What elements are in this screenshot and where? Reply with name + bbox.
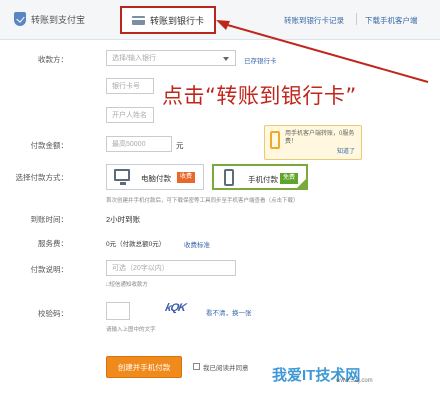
phone-icon — [224, 169, 234, 186]
create-and-pay-button[interactable]: 创建并手机付款 — [106, 356, 182, 378]
fee-badge: 收费 — [177, 172, 196, 183]
amount-input[interactable]: 最高50000 — [106, 136, 172, 152]
captcha-image: kQK — [164, 302, 187, 314]
payment-note-label: 付款说明： — [30, 265, 69, 274]
account-name-placeholder: 开户人姓名 — [112, 112, 147, 119]
payment-method-label: 选择付款方式： — [15, 173, 69, 182]
amount-unit: 元 — [176, 141, 184, 150]
captcha-input[interactable] — [106, 302, 130, 320]
mobile-client-tip: 用手机客户端转账，0服务费！ 知道了 — [264, 125, 362, 160]
service-fee-label: 服务费： — [38, 239, 68, 248]
tip-dismiss-link[interactable]: 知道了 — [337, 146, 355, 155]
payment-note-input[interactable]: 可选（20字以内） — [106, 260, 236, 276]
agree-text: 我已阅读并同意 — [203, 365, 249, 372]
click-instruction-annotation: 点击“转账到银行卡” — [162, 84, 357, 108]
captcha-refresh-link[interactable]: 看不清，换一张 — [206, 307, 252, 317]
agree-checkbox[interactable] — [193, 363, 200, 370]
phone-icon — [270, 131, 280, 149]
service-fee-value: 0元（付款总额0元） — [106, 241, 166, 248]
captcha-label: 校验码： — [38, 309, 68, 318]
mobile-payment-option[interactable]: 手机付款 免费 — [212, 164, 308, 190]
arrival-time-value: 2小时到账 — [106, 215, 141, 224]
computer-icon — [114, 169, 130, 185]
tip-text: 用手机客户端转账，0服务费！ — [285, 131, 355, 145]
amount-placeholder: 最高50000 — [112, 141, 146, 148]
pc-payment-label: 电脑付款 — [141, 174, 171, 183]
fee-standard-link[interactable]: 收费标准 — [184, 239, 210, 249]
selected-check-icon — [296, 178, 307, 189]
site-watermark-url: www.52ij.com — [336, 378, 373, 384]
account-name-input[interactable]: 开户人姓名 — [106, 107, 154, 123]
amount-label: 付款金额： — [30, 141, 69, 150]
sms-notify-checkbox[interactable]: □短信通知收款方 — [106, 280, 148, 288]
pc-payment-option[interactable]: 电脑付款 收费 — [106, 164, 204, 190]
payment-method-hint: 首次创建并手机付款后，可下载保密等工具同步至手机客户端查看（点击下载） — [106, 198, 299, 204]
arrival-time-label: 到账时间： — [30, 215, 69, 224]
mobile-payment-label: 手机付款 — [248, 175, 278, 184]
payment-note-placeholder: 可选（20字以内） — [112, 265, 169, 272]
captcha-hint: 请输入上图中的文字 — [106, 327, 156, 333]
